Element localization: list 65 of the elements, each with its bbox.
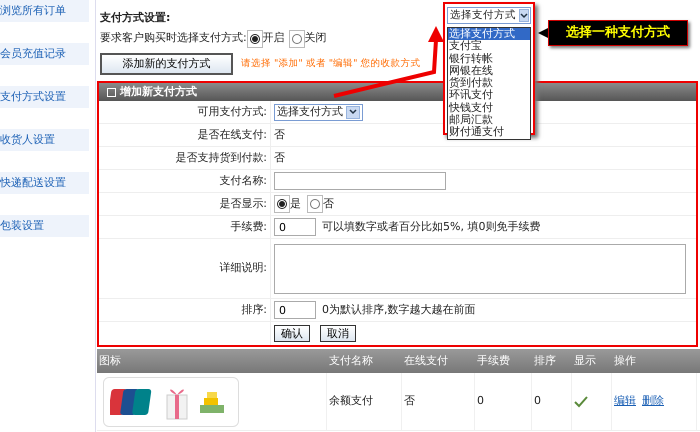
radio-label: 否: [323, 196, 334, 212]
field-label: 是否显示:: [219, 196, 267, 212]
radio-label: 是: [290, 196, 301, 212]
field-hint: 0为默认排序,数字越大越在前面: [322, 302, 476, 318]
caret-icon: [520, 12, 528, 18]
payment-select[interactable]: 选择支付方式: [447, 7, 531, 24]
form-button[interactable]: 取消: [320, 325, 356, 342]
add-payment-button[interactable]: 添加新的支付方式: [100, 52, 233, 75]
sidebar-item[interactable]: 浏览所有订单: [0, 0, 89, 22]
number-input[interactable]: 0: [274, 301, 316, 319]
column-header: 手续费: [476, 352, 511, 369]
radio-button[interactable]: [277, 199, 287, 209]
sidebar-item[interactable]: 收货人设置: [0, 129, 89, 151]
column-header: 操作: [613, 352, 637, 369]
caret-icon: [349, 109, 357, 115]
field-label: 详细说明:: [219, 260, 267, 276]
radio-button[interactable]: [310, 199, 320, 209]
radio-button[interactable]: [292, 34, 302, 44]
dropdown-option[interactable]: 货到付款: [448, 77, 530, 90]
field-hint: 可以填数字或者百分比如5%, 填0则免手续费: [322, 218, 540, 235]
table-cell-text: 否: [404, 393, 415, 410]
form-button[interactable]: 确认: [274, 325, 310, 342]
checkbox-icon: [107, 88, 116, 96]
column-header: 在线支付: [403, 352, 449, 369]
dropdown-option[interactable]: 财付通支付: [448, 126, 530, 139]
field-value: 否: [274, 126, 285, 143]
hint-text: 请选择 "添加" 或者 "编辑" 您的收款方式: [241, 56, 421, 71]
table-cell-text: 0: [534, 393, 541, 410]
radio-label: 开启: [262, 30, 285, 46]
section-title: 支付方式设置:: [100, 11, 170, 24]
dropdown-option[interactable]: 快钱支付: [448, 102, 530, 114]
sidebar-item[interactable]: 快递配送设置: [0, 172, 89, 194]
action-link[interactable]: 编辑: [614, 393, 636, 410]
column-header: 显示: [573, 352, 597, 369]
column-header: 排序: [533, 352, 557, 369]
table-cell-text: 余额支付: [329, 393, 373, 410]
sidebar-item[interactable]: 会员充值记录: [0, 43, 89, 65]
field-label: 可用支付方式:: [197, 104, 267, 120]
number-input[interactable]: 0: [274, 218, 316, 236]
column-header: 支付名称: [328, 352, 374, 369]
option-label: 要求客户购买时选择支付方式:: [100, 30, 247, 46]
sidebar-item[interactable]: 支付方式设置: [0, 86, 89, 108]
dropdown-option[interactable]: 邮局汇款: [448, 114, 530, 126]
panel-title: 增加新支付方式: [120, 84, 197, 100]
dropdown-option[interactable]: 选择支付方式: [448, 28, 530, 40]
column-header: 图标: [98, 352, 122, 369]
field-label: 是否在线支付:: [197, 126, 267, 143]
table-cell-text: 0: [477, 393, 484, 410]
text-input[interactable]: [274, 172, 446, 190]
field-value: 否: [274, 150, 285, 166]
field-label: 支付名称:: [219, 172, 267, 189]
dropdown-option[interactable]: 支付宝: [448, 40, 530, 53]
sidebar-item[interactable]: 包装设置: [0, 215, 89, 237]
field-label: 手续费:: [230, 218, 267, 235]
radio-label: 关闭: [304, 30, 327, 46]
action-link[interactable]: 删除: [642, 393, 664, 410]
dropdown-option[interactable]: 银行转帐: [448, 52, 530, 65]
dropdown-option[interactable]: 网银在线: [448, 64, 530, 78]
dropdown-option[interactable]: 环讯支付: [448, 89, 530, 102]
callout-label: 选择一种支付方式: [548, 20, 688, 46]
field-label: 是否支持货到付款:: [175, 150, 267, 166]
select-field[interactable]: 选择支付方式: [274, 104, 363, 120]
radio-button[interactable]: [250, 34, 260, 44]
textarea-field[interactable]: [274, 244, 686, 294]
field-label: 排序:: [241, 302, 267, 318]
